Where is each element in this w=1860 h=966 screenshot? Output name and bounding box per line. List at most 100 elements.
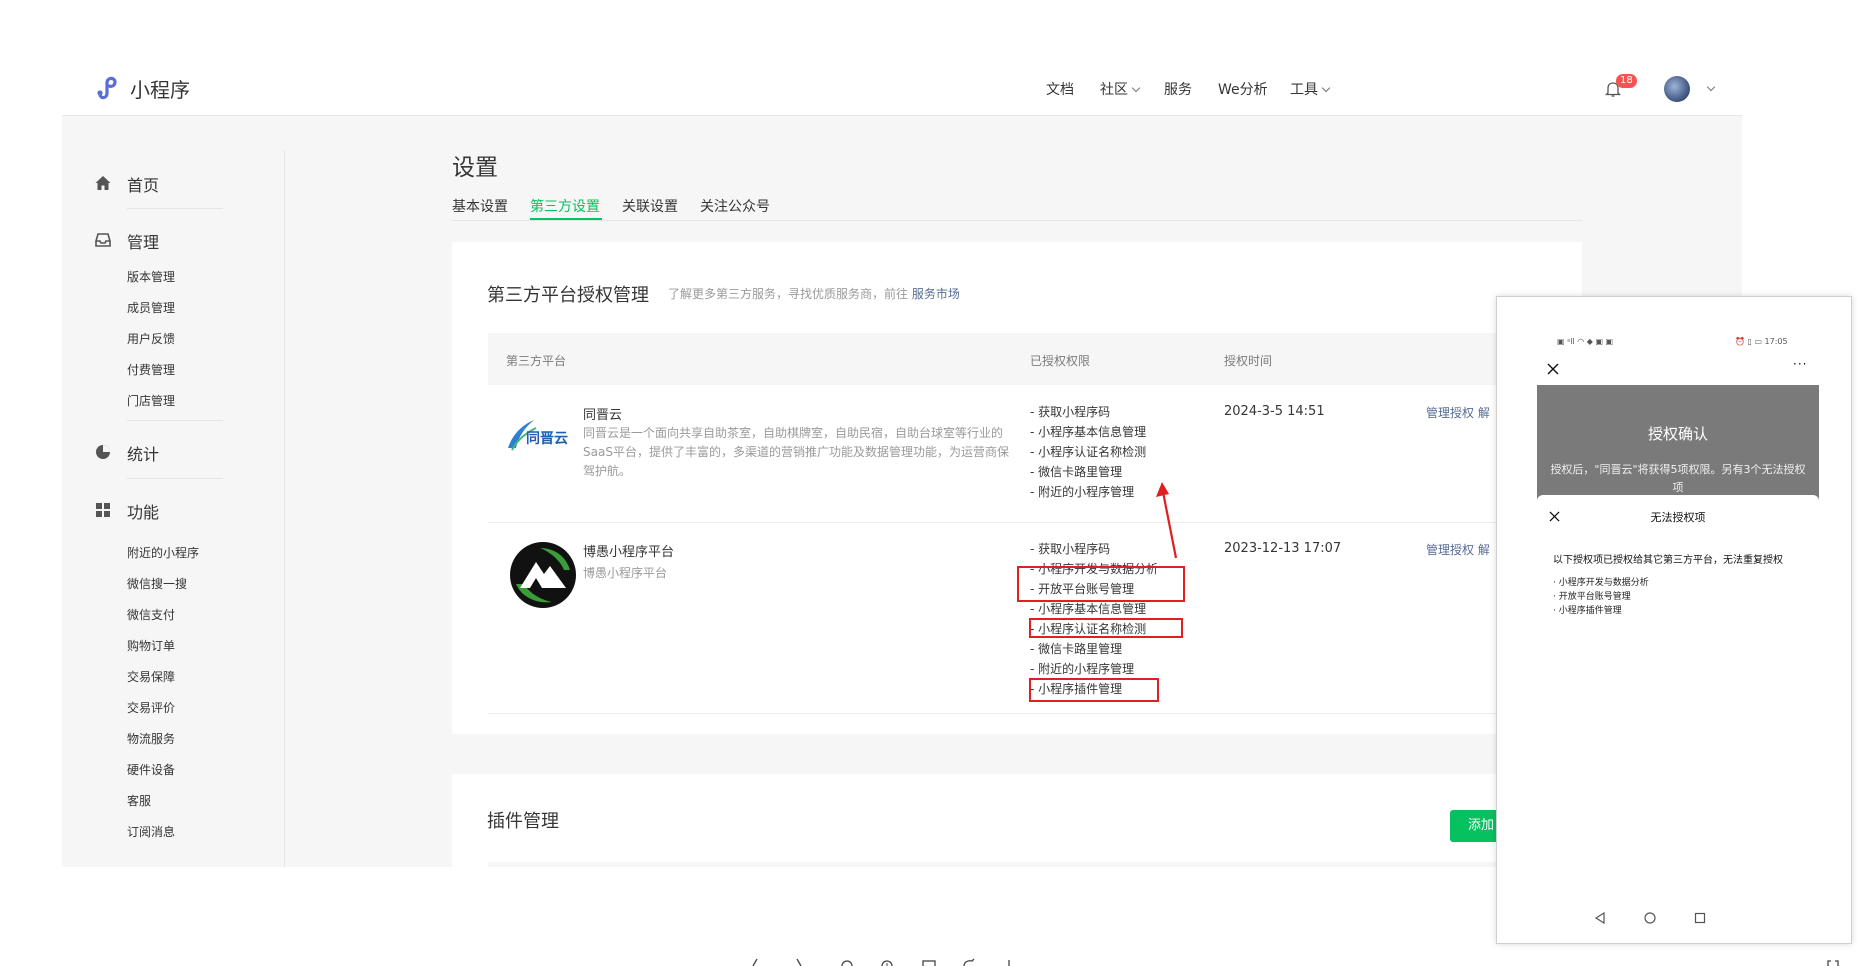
divider xyxy=(127,420,223,421)
auth-confirm-text: 授权后，"同晋云"将获得5项权限。另有3个无法授权项 xyxy=(1550,463,1806,494)
sidebar-item-logistics[interactable]: 物流服务 xyxy=(127,730,175,747)
download-icon[interactable] xyxy=(1002,957,1016,966)
perm-item: - 附近的小程序管理 xyxy=(1030,662,1135,676)
sheet-item: · 小程序插件管理 xyxy=(1553,606,1622,616)
tab-basic-settings[interactable]: 基本设置 xyxy=(452,196,508,216)
sidebar-item-hardware[interactable]: 硬件设备 xyxy=(127,761,175,778)
zoom-out-icon[interactable] xyxy=(840,957,854,966)
sidebar-item-wxpay[interactable]: 微信支付 xyxy=(127,606,175,623)
platform-desc: 博愚小程序平台 xyxy=(583,566,668,580)
nav-docs[interactable]: 文档 xyxy=(1046,79,1074,99)
page-title: 设置 xyxy=(452,155,498,181)
sheet-lead: 以下授权项已授权给其它第三方平台，无法重复授权 xyxy=(1553,555,1783,566)
tab-follow-official-account[interactable]: 关注公众号 xyxy=(700,196,770,216)
boyu-logo xyxy=(510,542,576,608)
platform-name: 同晋云 xyxy=(583,408,623,423)
home-nav-icon[interactable] xyxy=(1643,911,1657,925)
plugin-table-header xyxy=(488,862,1528,867)
phone-screenshot: ▣ ᵃll ◠ ◆ ▣ ▣ ⏰ ▯ ▭ 17:05 ··· 授权确认 授权后，"… xyxy=(1496,296,1852,944)
chevron-down-icon xyxy=(1321,83,1331,93)
active-tab-indicator xyxy=(530,218,602,220)
perm-item: - 微信卡路里管理 xyxy=(1030,642,1123,656)
close-icon[interactable] xyxy=(1547,363,1559,375)
unauthorizable-sheet: 无法授权项 以下授权项已授权给其它第三方平台，无法重复授权 · 小程序开发与数据… xyxy=(1537,495,1819,915)
perm-item: - 小程序基本信息管理 xyxy=(1030,602,1147,616)
platform-name: 博愚小程序平台 xyxy=(583,545,675,560)
nav-community[interactable]: 社区 xyxy=(1100,79,1141,99)
sheet-item: · 小程序开发与数据分析 xyxy=(1553,578,1649,588)
highlight-box xyxy=(1029,678,1159,702)
nav-services[interactable]: 服务 xyxy=(1164,79,1192,99)
chevron-down-icon xyxy=(1131,83,1141,93)
sidebar-item-search[interactable]: 微信搜一搜 xyxy=(127,575,187,592)
top-bar: 小程序 文档 社区 服务 We分析 工具 18 xyxy=(62,60,1742,116)
nav-tools[interactable]: 工具 xyxy=(1290,79,1331,99)
auth-card-title: 第三方平台授权管理 xyxy=(487,285,649,306)
fullscreen-icon[interactable] xyxy=(1826,957,1840,966)
col-platform: 第三方平台 xyxy=(506,354,567,368)
zoom-in-icon[interactable] xyxy=(880,957,894,966)
auth-confirm-title: 授权确认 xyxy=(1647,425,1708,443)
sidebar-item-feedback[interactable]: 用户反馈 xyxy=(127,330,175,347)
manage-auth-link[interactable]: 管理授权 解 xyxy=(1426,541,1490,558)
highlight-box xyxy=(1017,566,1185,602)
avatar[interactable] xyxy=(1664,76,1690,102)
perm-item: - 微信卡路里管理 xyxy=(1030,465,1123,479)
auth-confirm-backdrop: 授权确认 授权后，"同晋云"将获得5项权限。另有3个无法授权项 xyxy=(1537,385,1819,505)
more-icon[interactable]: ··· xyxy=(1793,357,1807,371)
sidebar-item-version[interactable]: 版本管理 xyxy=(127,268,175,285)
notification-badge: 18 xyxy=(1616,74,1637,88)
sheet-title: 无法授权项 xyxy=(1650,511,1706,524)
grid-icon xyxy=(96,503,110,517)
tab-bar-divider xyxy=(452,220,1582,221)
sheet-item: · 开放平台账号管理 xyxy=(1553,592,1631,602)
image-icon[interactable] xyxy=(922,957,936,966)
nav-we-analytics[interactable]: We分析 xyxy=(1218,79,1268,99)
col-permissions: 已授权权限 xyxy=(1030,354,1091,368)
perm-item: - 附近的小程序管理 xyxy=(1030,485,1135,499)
sidebar-item-members[interactable]: 成员管理 xyxy=(127,299,175,316)
rotate-icon[interactable] xyxy=(962,957,976,966)
logo-text[interactable]: 小程序 xyxy=(130,74,190,103)
manage-auth-link[interactable]: 管理授权 解 xyxy=(1426,404,1490,421)
auth-card-desc: 了解更多第三方服务，寻找优质服务商，前往 服务市场 xyxy=(668,287,960,301)
back-nav-icon[interactable] xyxy=(1593,911,1607,925)
table-header xyxy=(488,333,1528,385)
auth-time: 2023-12-13 17:07 xyxy=(1224,541,1342,556)
sidebar-item-reviews[interactable]: 交易评价 xyxy=(127,699,175,716)
tab-third-party-settings[interactable]: 第三方设置 xyxy=(530,196,600,216)
sidebar-item-guarantee[interactable]: 交易保障 xyxy=(127,668,175,685)
inbox-icon xyxy=(95,233,111,247)
plugin-card-title: 插件管理 xyxy=(487,811,559,832)
svg-text:同晋云: 同晋云 xyxy=(526,431,568,447)
row-divider xyxy=(488,713,1528,714)
auth-time: 2024-3-5 14:51 xyxy=(1224,404,1325,419)
sidebar-item-payment[interactable]: 付费管理 xyxy=(127,361,175,378)
phone-status-left: ▣ ᵃll ◠ ◆ ▣ ▣ xyxy=(1557,337,1614,346)
row-divider xyxy=(488,522,1528,523)
divider xyxy=(127,208,223,209)
highlight-box xyxy=(1029,618,1183,638)
sidebar-item-subscribe-msg[interactable]: 订阅消息 xyxy=(127,823,175,840)
miniprogram-logo-icon[interactable] xyxy=(94,74,122,102)
service-market-link[interactable]: 服务市场 xyxy=(912,287,960,301)
divider xyxy=(127,478,223,479)
tab-link-settings[interactable]: 关联设置 xyxy=(622,196,678,216)
auth-management-card xyxy=(452,242,1582,734)
recents-nav-icon[interactable] xyxy=(1693,911,1707,925)
sidebar-item-stores[interactable]: 门店管理 xyxy=(127,392,175,409)
sidebar-item-customer-service[interactable]: 客服 xyxy=(127,792,151,809)
prev-icon[interactable] xyxy=(748,957,762,966)
chevron-down-icon[interactable] xyxy=(1706,82,1716,92)
next-icon[interactable] xyxy=(792,957,806,966)
platform-desc: 同晋云是一个面向共享自助茶室，自助棋牌室，自助民宿，自助台球室等行业的SaaS平… xyxy=(583,426,1009,478)
red-arrow-icon xyxy=(1156,482,1178,559)
tongjinyun-logo: 同晋云 xyxy=(508,420,568,451)
sidebar-item-nearby[interactable]: 附近的小程序 xyxy=(127,544,199,561)
perm-item: - 小程序基本信息管理 xyxy=(1030,425,1147,439)
sidebar-item-orders[interactable]: 购物订单 xyxy=(127,637,175,654)
perm-item: - 获取小程序码 xyxy=(1030,405,1111,419)
pie-chart-icon xyxy=(96,445,110,459)
plugin-management-card xyxy=(452,774,1582,867)
col-auth-time: 授权时间 xyxy=(1224,354,1273,368)
